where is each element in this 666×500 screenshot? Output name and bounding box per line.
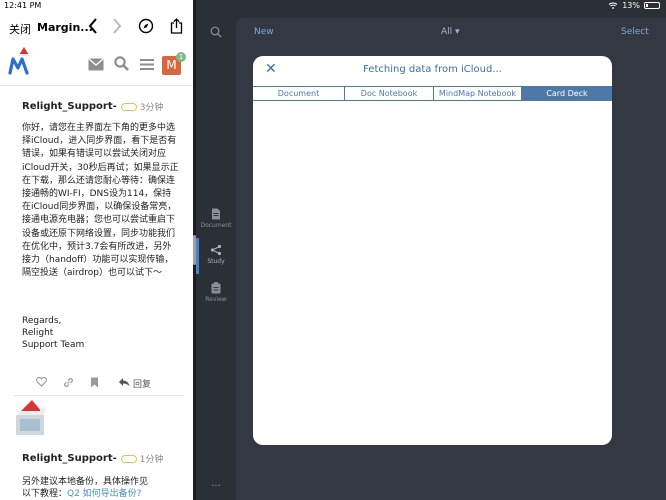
post-header: Relight_Support- 3分钟 <box>22 100 164 113</box>
new-button[interactable]: New <box>254 27 274 37</box>
safari-pane: 12:41 PM 关闭 Margin... M 1 Relight_Suppor… <box>0 0 193 500</box>
browser-toolbar: 关闭 Margin... <box>0 12 193 42</box>
post-line: 以下教程：Q2 如何导出备份? <box>22 488 148 500</box>
wifi-icon <box>608 2 618 9</box>
post-line: 另外建议本地备份，具体操作见 <box>22 477 149 487</box>
santa-hat-icon <box>18 47 30 56</box>
select-button[interactable]: Select <box>621 27 649 37</box>
marginnote-pane: 13% New All ▾ Select Document Study Revi… <box>196 0 666 500</box>
dialog-title: Fetching data from iCloud... <box>363 64 502 75</box>
signature-line: Support Team <box>22 340 85 350</box>
search-icon[interactable] <box>196 26 236 40</box>
more-button[interactable]: ... <box>196 478 236 489</box>
sidebar-label: Document <box>200 222 232 229</box>
sidebar-item-document[interactable]: Document <box>196 208 236 229</box>
user-badge <box>120 102 137 111</box>
compass-icon[interactable] <box>138 18 154 38</box>
segmented-control: Document Doc Notebook MindMap Notebook C… <box>253 86 612 101</box>
back-icon[interactable] <box>88 18 98 38</box>
sidebar-label: Study <box>207 258 225 265</box>
post-body: 你好，请您在主界面左下角的更多中选择iCloud，进入同步界面，看下是否有错误，… <box>22 123 179 279</box>
tab-document[interactable]: Document <box>253 87 345 100</box>
tab-mindmap-notebook[interactable]: MindMap Notebook <box>434 87 522 100</box>
link-icon[interactable] <box>63 377 74 391</box>
notification-badge[interactable]: 1 <box>176 52 186 62</box>
tab-doc-notebook[interactable]: Doc Notebook <box>345 87 434 100</box>
battery-percent: 13% <box>622 1 640 10</box>
post-actions: 回复 <box>36 377 186 391</box>
mail-icon[interactable] <box>88 56 104 75</box>
post-header: Relight_Support- 1分钟 <box>22 452 164 465</box>
library-toolbar: New All ▾ Select <box>236 18 666 46</box>
post-body: 另外建议本地备份，具体操作见 以下教程：Q2 如何导出备份? <box>22 476 148 500</box>
tutorial-link[interactable]: Q2 如何导出备份? <box>67 489 141 499</box>
sidebar-item-review[interactable]: Review <box>196 282 236 303</box>
support-avatar[interactable] <box>12 396 48 438</box>
share-icon[interactable] <box>170 18 183 38</box>
sidebar-label: Review <box>205 296 227 303</box>
post-time[interactable]: 1分钟 <box>140 452 164 465</box>
menu-icon[interactable] <box>140 56 154 75</box>
forum-header: M 1 <box>0 44 193 86</box>
like-icon[interactable] <box>36 377 47 390</box>
icloud-fetch-dialog: ✕ Fetching data from iCloud... Document … <box>253 56 612 445</box>
post-username[interactable]: Relight_Support- <box>22 453 117 464</box>
reply-icon[interactable] <box>118 377 130 390</box>
tab-card-deck[interactable]: Card Deck <box>522 87 612 100</box>
reply-button[interactable]: 回复 <box>133 377 151 390</box>
battery-icon <box>644 2 660 9</box>
signature-line: Regards, <box>22 316 62 326</box>
post-time[interactable]: 3分钟 <box>140 100 164 113</box>
close-button[interactable]: 关闭 <box>9 21 31 37</box>
post-username[interactable]: Relight_Support- <box>22 101 117 112</box>
review-icon <box>211 282 221 294</box>
study-icon <box>210 244 222 256</box>
sidebar-item-study[interactable]: Study <box>196 244 236 265</box>
bookmark-icon[interactable] <box>90 377 99 391</box>
forward-icon[interactable] <box>112 18 122 38</box>
post-text: 以下教程： <box>22 489 68 499</box>
document-icon <box>212 208 220 220</box>
signature-line: Relight <box>22 328 54 338</box>
forum-logo[interactable] <box>8 54 30 76</box>
status-time: 12:41 PM <box>4 1 42 10</box>
search-icon[interactable] <box>114 56 129 75</box>
page-title: Margin... <box>37 21 93 34</box>
user-badge <box>120 454 137 463</box>
mn-sidebar: Document Study Review ... <box>196 0 236 500</box>
filter-dropdown[interactable]: All ▾ <box>441 27 460 37</box>
status-right: 13% <box>608 1 660 10</box>
